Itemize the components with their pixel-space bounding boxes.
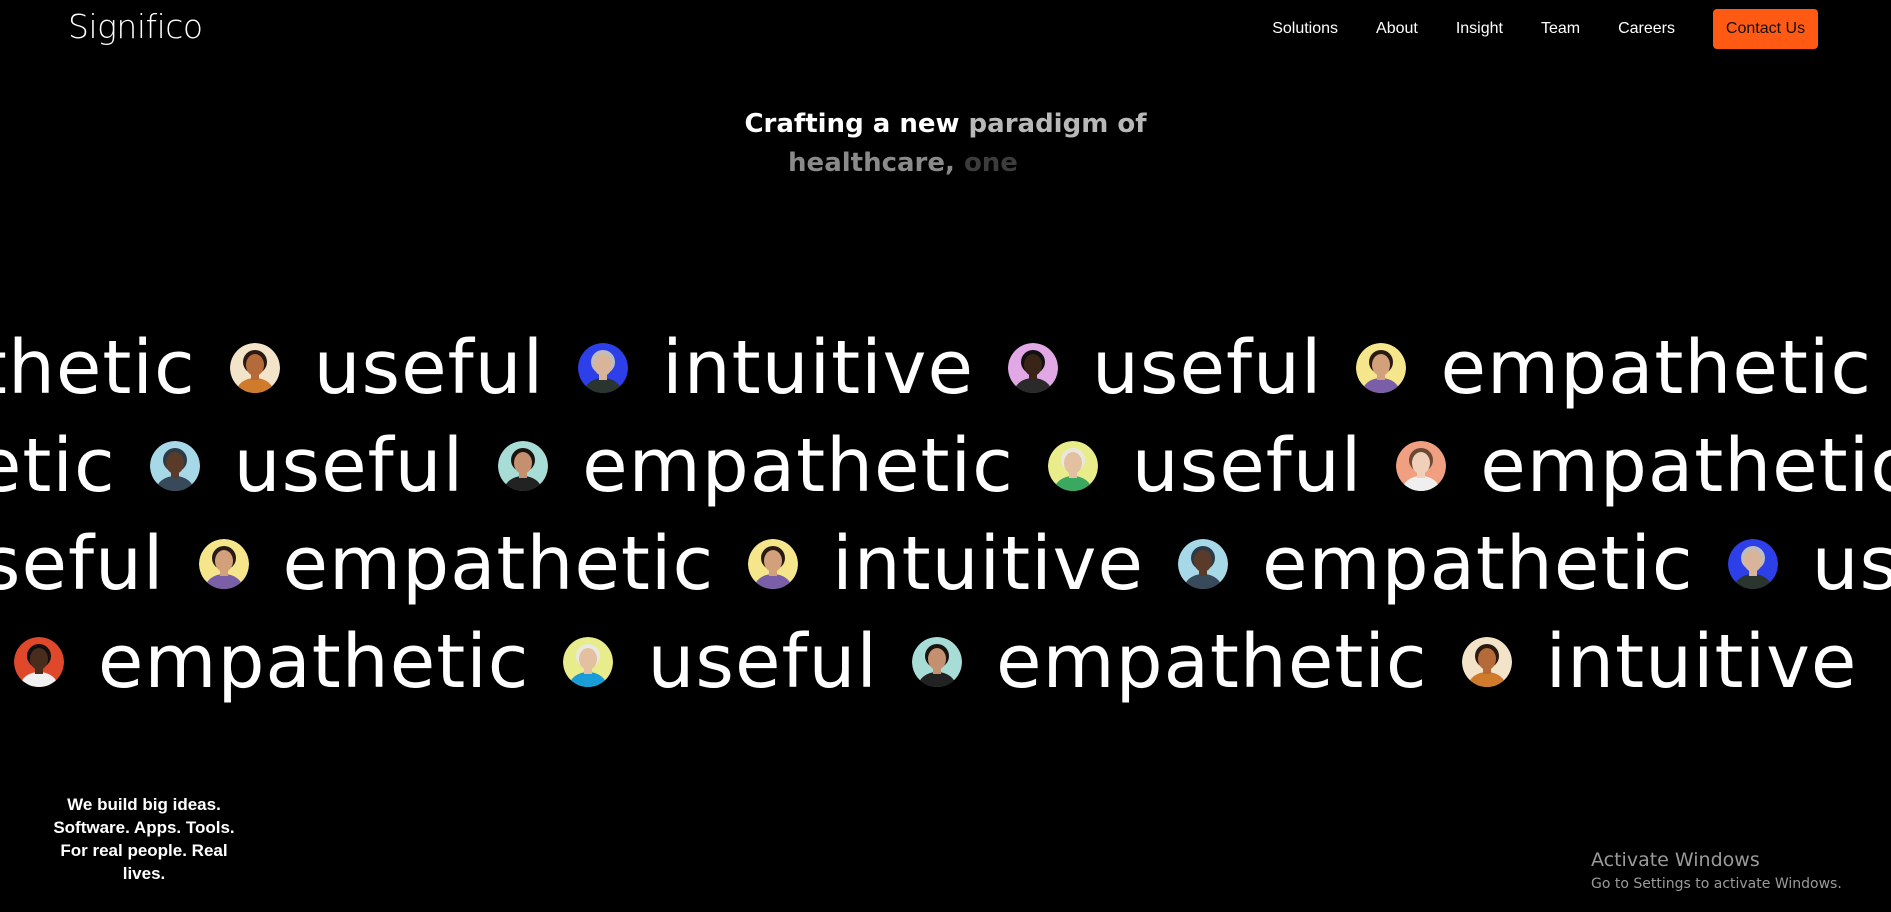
marquee-word: useful: [647, 619, 878, 705]
marquee-row-4: intuitive empathetic useful empathetic intui…: [0, 613, 1891, 711]
nav-solutions[interactable]: Solutions: [1272, 19, 1338, 39]
marquee-word: empathetic: [1480, 423, 1891, 509]
person-avatar-icon: [563, 637, 614, 687]
person-avatar-icon: [198, 539, 249, 589]
person-avatar-icon: [1396, 441, 1447, 491]
page: Significo Solutions About Insight Team C…: [0, 0, 1891, 912]
marquee-word: useful: [1091, 325, 1323, 411]
tagline-line: lives.: [122, 864, 166, 883]
person-avatar-icon: [149, 441, 200, 491]
marquee-word: useful: [313, 325, 545, 411]
marquee-row-1: empathetic useful intuitive useful empatheti…: [0, 319, 1891, 417]
marquee-word: empathetic: [995, 619, 1428, 705]
watermark-subtitle: Go to Settings to activate Windows.: [1591, 876, 1842, 892]
hero-headline: Crafting a new paradigm of healthcare, o…: [0, 105, 1891, 183]
marquee-word: empathetic: [0, 325, 196, 411]
marquee-word: intuitive: [0, 613, 6, 711]
tagline-line: We build big ideas.: [67, 795, 221, 814]
person-avatar-icon: [578, 343, 629, 393]
marquee-word: empathetic: [582, 423, 1014, 509]
marquee-word: useful: [0, 521, 165, 607]
marquee-word: empathetic: [1440, 325, 1873, 411]
marquee-word: empathetic: [1261, 521, 1694, 607]
watermark-title: Activate Windows: [1591, 849, 1760, 871]
person-avatar-icon: [13, 637, 64, 687]
hero-headline-line-2: healthcare, one: [0, 144, 1891, 183]
person-avatar-icon: [229, 343, 280, 393]
marquee-word: empathetic: [0, 423, 116, 509]
person-avatar-icon: [1727, 539, 1778, 589]
person-avatar-icon: [911, 637, 962, 687]
nav-about[interactable]: About: [1376, 19, 1418, 39]
hero-line-2-faint: one: [963, 148, 1018, 178]
person-avatar-icon: [1007, 343, 1058, 393]
windows-activation-watermark: Activate Windows Go to Settings to activ…: [1591, 848, 1842, 894]
hero-line-1-dim: paradigm of: [968, 109, 1147, 139]
marquee-word: useful: [233, 423, 465, 509]
marquee-word: intuitive: [662, 325, 974, 411]
site-header: Significo Solutions About Insight Team C…: [0, 0, 1891, 58]
marquee-row-3: useful empathetic intuitive empathetic usefu…: [0, 515, 1891, 613]
person-avatar-icon: [498, 441, 549, 491]
tagline: We build big ideas. Software. Apps. Tool…: [44, 793, 244, 885]
site-logo[interactable]: Significo: [68, 6, 203, 48]
tagline-line: Software. Apps. Tools.: [53, 818, 235, 837]
person-avatar-icon: [1461, 637, 1512, 687]
hero-line-1-bright: Crafting a new: [744, 109, 969, 139]
marquee-word: intuitive: [1545, 619, 1858, 705]
main-nav: Solutions About Insight Team Careers Con…: [1272, 0, 1891, 58]
marquee-word: intuitive: [832, 521, 1144, 607]
marquee-word: empathetic: [97, 619, 530, 705]
marquee-word: empathetic: [282, 521, 715, 607]
person-avatar-icon: [748, 539, 799, 589]
contact-us-button[interactable]: Contact Us: [1713, 9, 1818, 49]
tagline-line: For real people. Real: [60, 841, 228, 860]
person-avatar-icon: [1177, 539, 1228, 589]
marquee-word: useful: [1131, 423, 1363, 509]
nav-insight[interactable]: Insight: [1456, 19, 1503, 39]
marquee-row-2: empathetic useful empathetic useful empathet…: [0, 417, 1891, 515]
person-avatar-icon: [1047, 441, 1098, 491]
person-avatar-icon: [1356, 343, 1407, 393]
hero-line-2-dim: healthcare,: [788, 148, 964, 178]
marquee-word: useful: [1811, 521, 1891, 607]
nav-team[interactable]: Team: [1541, 19, 1580, 39]
hero-headline-line-1: Crafting a new paradigm of: [0, 105, 1891, 144]
nav-careers[interactable]: Careers: [1618, 19, 1675, 39]
